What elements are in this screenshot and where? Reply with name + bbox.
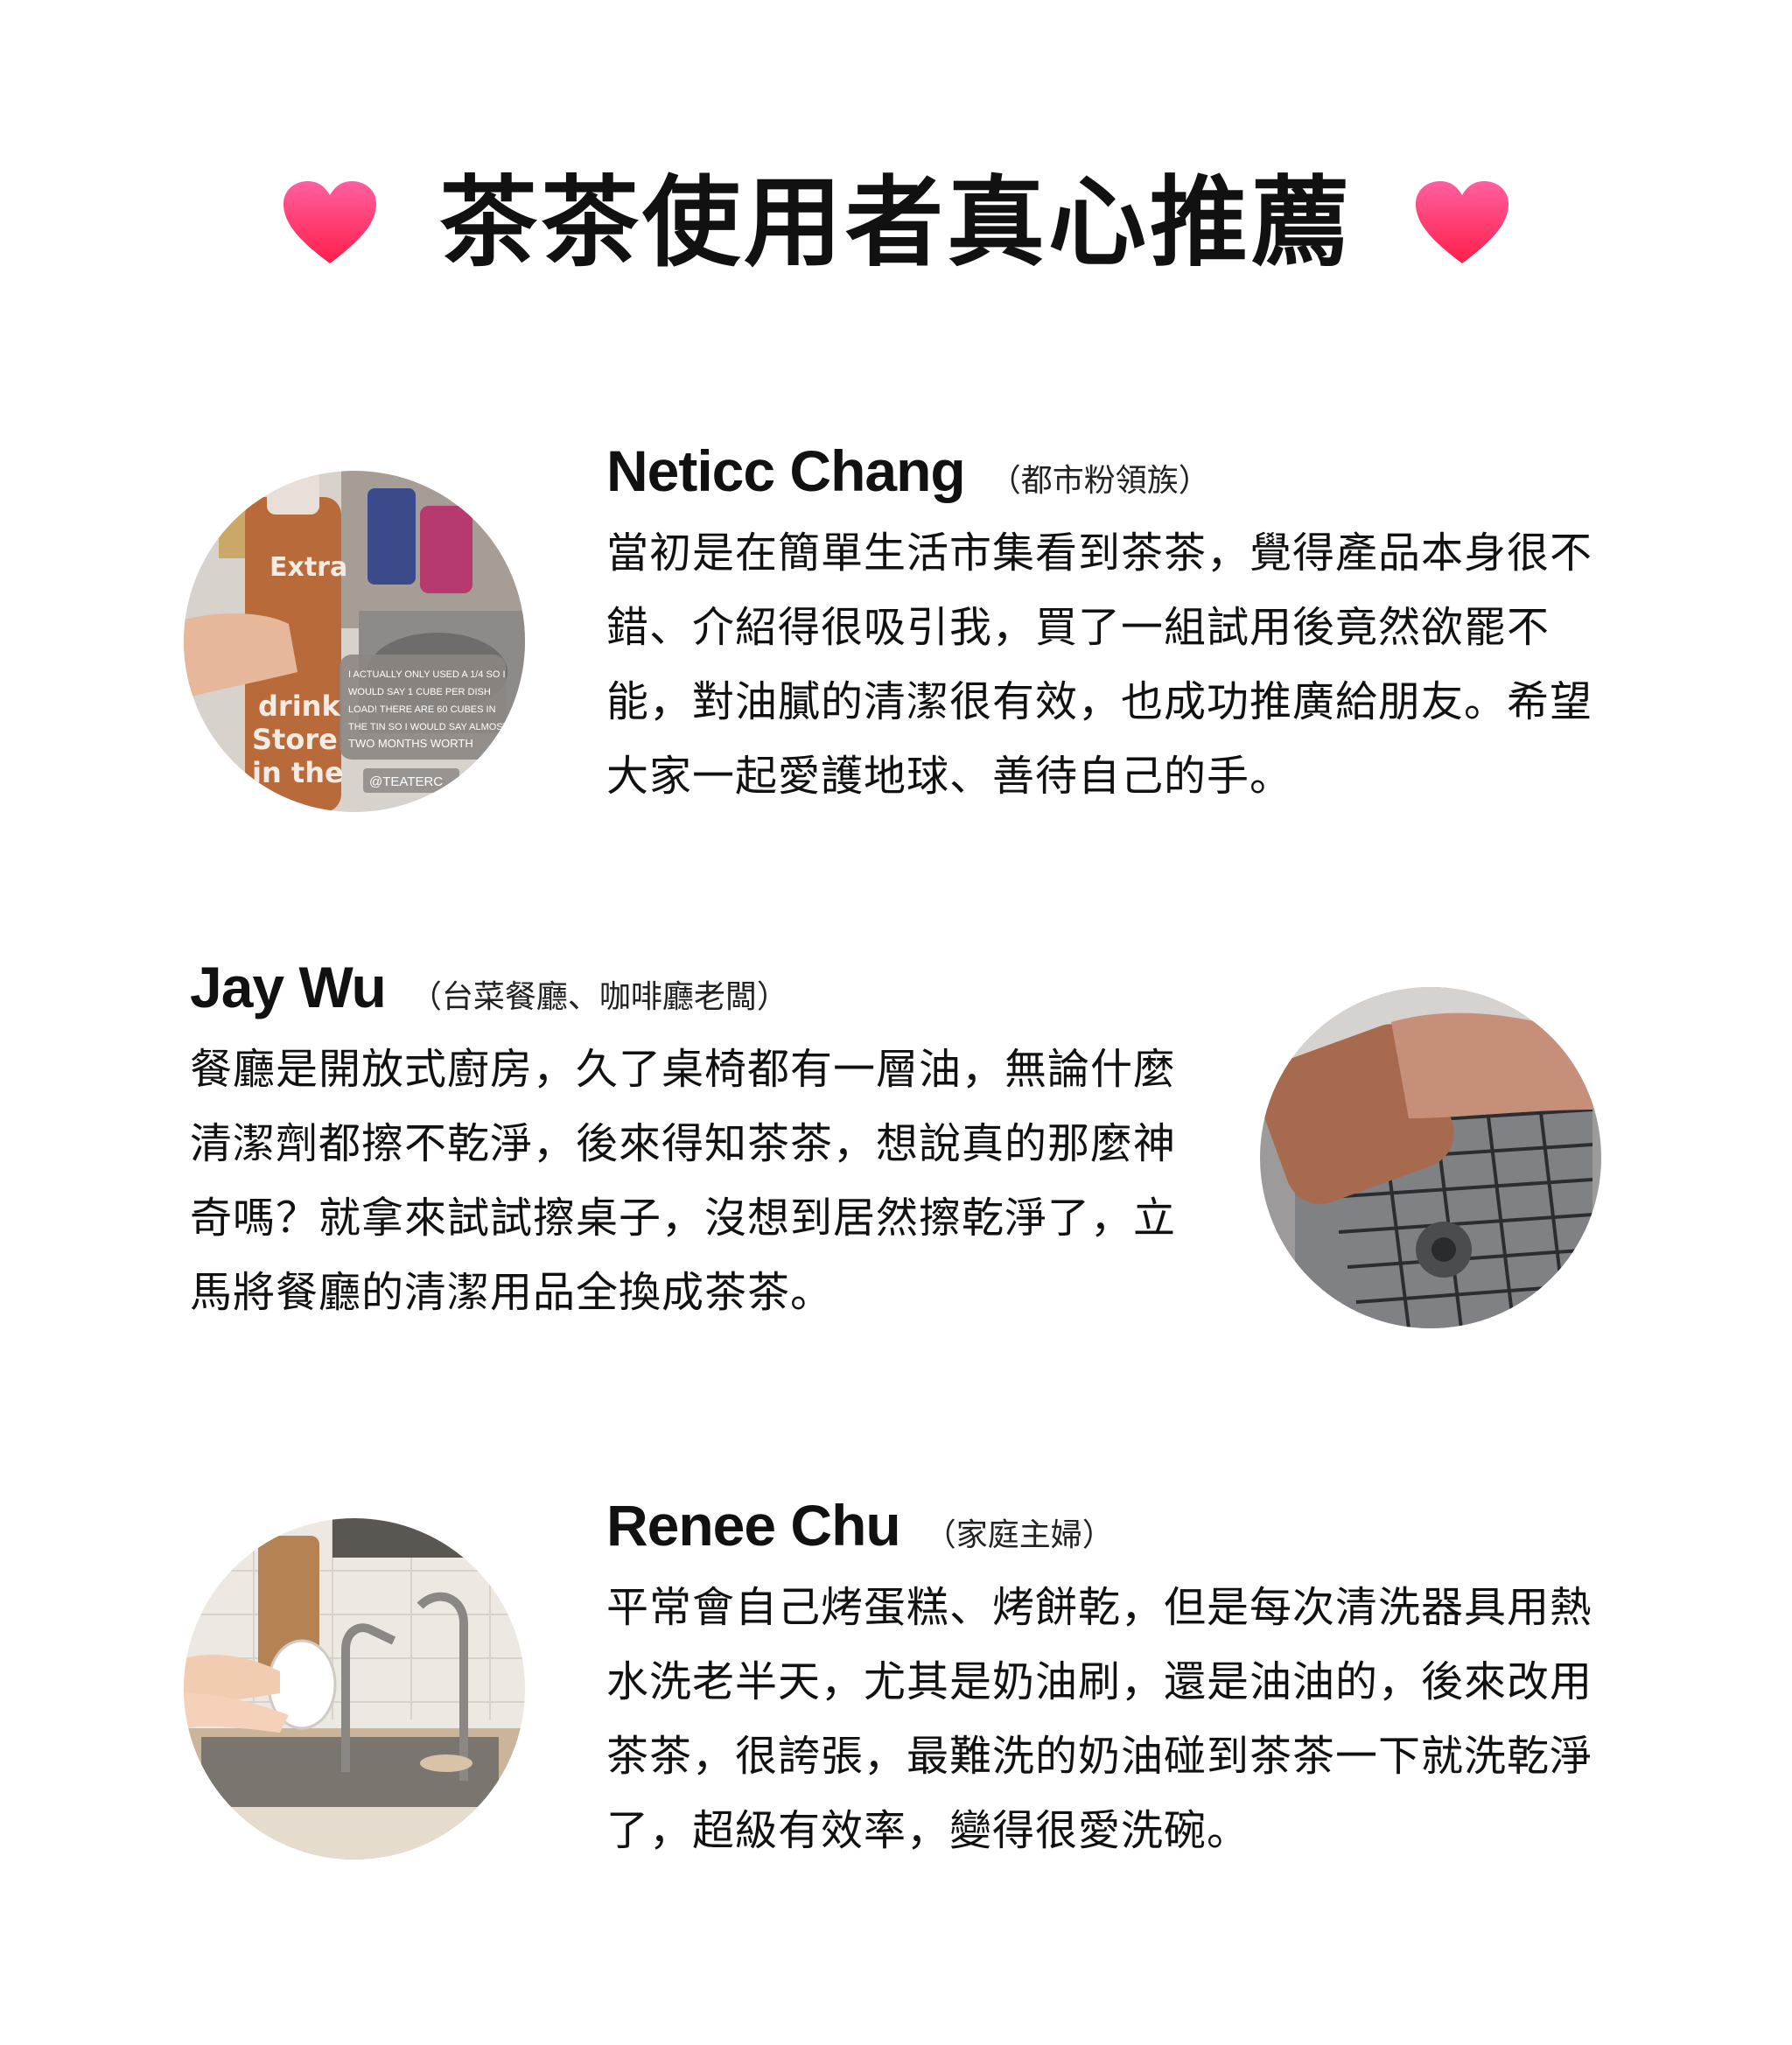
reviewer-role: （都市粉領族） — [989, 463, 1210, 499]
testimonial-card: Jay Wu （台菜餐廳、咖啡廳老闆） 餐廳是開放式廚房，久了桌椅都有一層油，無… — [190, 954, 1187, 1330]
page-title: 茶茶使用者真心推薦 — [439, 166, 1353, 280]
bottle-label-text: Extra — [270, 552, 347, 583]
testimonial-card: Neticc Chang （都市粉領族） 當初是在簡單生活市集看到茶茶，覺得產品… — [606, 438, 1604, 814]
reviewer-name: Neticc Chang — [606, 438, 966, 503]
header: 茶茶使用者真心推薦 — [0, 158, 1792, 289]
reviewer-role: （台菜餐廳、咖啡廳老闆） — [410, 979, 788, 1015]
svg-text:LOAD! THERE ARE 60 CUBES IN: LOAD! THERE ARE 60 CUBES IN — [348, 704, 496, 715]
svg-text:I ACTUALLY ONLY USED A 1/4 SO: I ACTUALLY ONLY USED A 1/4 SO I — [348, 669, 506, 680]
svg-text:WOULD SAY 1 CUBE PER DISH: WOULD SAY 1 CUBE PER DISH — [348, 687, 491, 697]
bottle-photo-image: Extra drink Store in the I ACTUALLY ONLY… — [184, 471, 525, 812]
sink-photo-image: ITED TO GIVE THIS A TRY — [1260, 987, 1601, 1328]
svg-text:Store: Store — [252, 723, 338, 756]
svg-text:TWO MONTHS WORTH: TWO MONTHS WORTH — [348, 737, 473, 750]
testimonial-photo-bottle: Extra drink Store in the I ACTUALLY ONLY… — [184, 471, 525, 812]
testimonial-text: 平常會自己烤蛋糕、烤餅乾，但是每次清洗器具用熱水洗老半天，尤其是奶油刷，還是油油… — [606, 1583, 1593, 1855]
svg-text:in the: in the — [252, 756, 344, 789]
heart-icon — [284, 181, 376, 263]
reviewer-name: Jay Wu — [190, 955, 387, 1019]
testimonial-photo-sink: ITED TO GIVE THIS A TRY — [1260, 987, 1601, 1328]
reviewer-name: Renee Chu — [606, 1493, 901, 1558]
svg-text:@TEATERC: @TEATERC — [369, 774, 443, 789]
testimonial-text: 當初是在簡單生活市集看到茶茶，覺得產品本身很不錯、介紹得很吸引我，買了一組試用後… — [606, 529, 1593, 801]
testimonial-text: 餐廳是開放式廚房，久了桌椅都有一層油，無論什麼清潔劑都擦不乾淨，後來得知茶茶，想… — [190, 1045, 1177, 1317]
heart-icon — [1416, 181, 1508, 263]
svg-text:drink: drink — [258, 690, 340, 723]
reviewer-role: （家庭主婦） — [924, 1517, 1114, 1553]
testimonial-photo-kitchen — [184, 1518, 525, 1859]
kitchen-photo-image — [184, 1518, 525, 1859]
testimonial-card: Renee Chu （家庭主婦） 平常會自己烤蛋糕、烤餅乾，但是每次清洗器具用熱… — [606, 1492, 1604, 1868]
svg-text:THE TIN SO I WOULD SAY ALMOST: THE TIN SO I WOULD SAY ALMOST — [348, 722, 509, 732]
